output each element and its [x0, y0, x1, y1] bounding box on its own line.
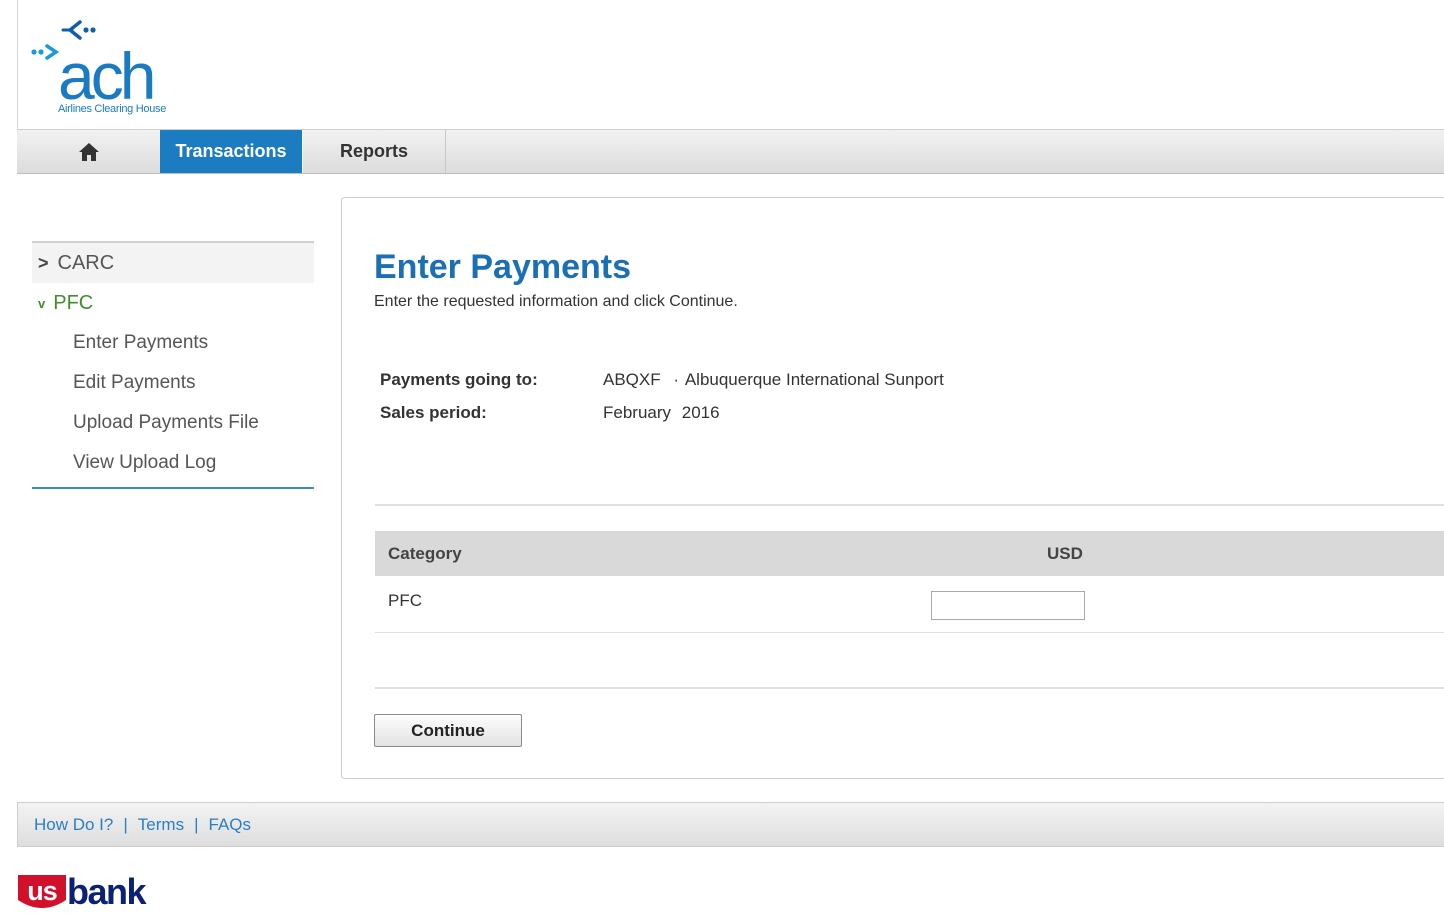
sidebar-item-upload-payments-file[interactable]: Upload Payments File	[32, 403, 314, 443]
section-divider	[375, 504, 1444, 506]
footer-separator: |	[123, 814, 128, 834]
sidebar-item-enter-payments[interactable]: Enter Payments	[32, 323, 314, 363]
header: ach Airlines Clearing House	[17, 0, 1444, 129]
footer-link-how-do-i[interactable]: How Do I?	[34, 815, 113, 835]
sales-period-month: February	[603, 403, 672, 422]
usbank-logo: us bank	[17, 871, 147, 912]
payments-going-to-label: Payments going to:	[380, 370, 538, 389]
chevron-down-icon: v	[38, 295, 46, 311]
main-panel: Enter Payments Enter the requested infor…	[341, 197, 1444, 779]
footer-link-faqs[interactable]: FAQs	[209, 815, 252, 835]
sidebar-item-view-upload-log[interactable]: View Upload Log	[32, 443, 314, 483]
usbank-wordmark: bank	[67, 871, 147, 912]
logo-tagline: Airlines Clearing House	[58, 103, 167, 115]
sales-period-year: 2016	[681, 403, 720, 422]
tab-reports[interactable]: Reports	[302, 130, 446, 173]
ach-logo-icon: ach	[31, 20, 157, 113]
sidebar-item-carc[interactable]: > CARC	[32, 243, 314, 283]
tab-transactions[interactable]: Transactions	[160, 130, 302, 173]
table-row: PFC	[375, 576, 1444, 633]
sidebar-item-edit-payments[interactable]: Edit Payments	[32, 363, 314, 403]
sidebar-item-label: PFC	[53, 291, 94, 314]
section-divider	[375, 687, 1444, 689]
column-header-usd: USD	[1047, 543, 1083, 563]
nav-home-button[interactable]	[17, 130, 160, 173]
sidebar-item-pfc[interactable]: v PFC	[32, 283, 314, 323]
footer-separator: |	[194, 814, 199, 834]
table-header: Category USD	[375, 531, 1444, 576]
airport-separator: ·	[673, 370, 680, 389]
page-subtitle: Enter the requested information and clic…	[374, 293, 738, 310]
chevron-right-icon: >	[38, 252, 49, 273]
payments-going-to-value: ABQXF · Albuquerque International Sunpor…	[603, 370, 944, 390]
svg-text:us: us	[27, 876, 57, 906]
svg-text:ach: ach	[58, 39, 153, 106]
sidebar-section-pfc: v PFC Enter Payments Edit Payments Uploa…	[32, 283, 314, 489]
column-header-category: Category	[388, 543, 462, 563]
usbank-shield-icon: us	[18, 875, 66, 908]
sales-period-value: February 2016	[603, 403, 720, 423]
usd-amount-input[interactable]	[931, 591, 1085, 620]
continue-button[interactable]: Continue	[374, 714, 522, 747]
sidebar: > CARC v PFC Enter Payments Edit Payment…	[32, 241, 314, 489]
page-title: Enter Payments	[374, 248, 631, 286]
home-icon	[78, 142, 99, 161]
airport-name: Albuquerque International Sunport	[684, 370, 944, 389]
footer-link-terms[interactable]: Terms	[138, 815, 184, 835]
sales-period-label: Sales period:	[380, 403, 487, 422]
airport-code: ABQXF	[603, 370, 661, 389]
row-category: PFC	[388, 591, 422, 610]
main-nav: Transactions Reports	[17, 129, 1444, 174]
footer-bar: How Do I? | Terms | FAQs	[17, 802, 1444, 847]
sidebar-item-label: CARC	[57, 251, 115, 274]
